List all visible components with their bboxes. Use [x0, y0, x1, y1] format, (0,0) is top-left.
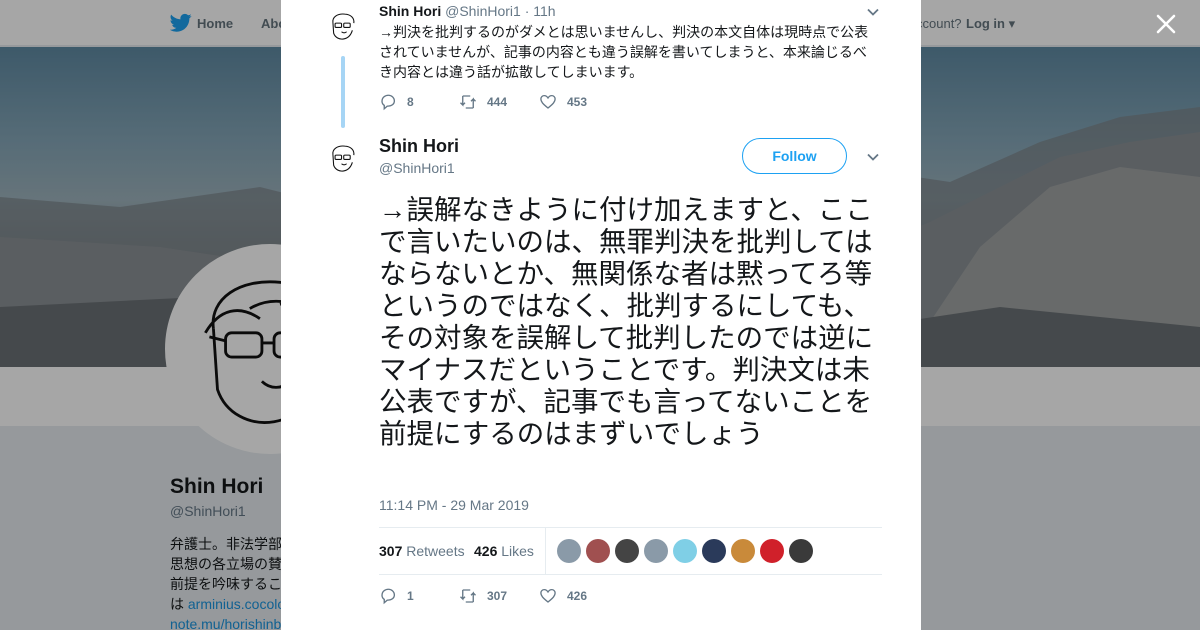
liker-avatar[interactable]: [702, 539, 726, 563]
like-button[interactable]: 453: [539, 93, 587, 111]
tweet-avatar[interactable]: [325, 8, 361, 44]
liker-avatar[interactable]: [760, 539, 784, 563]
liker-avatar[interactable]: [586, 539, 610, 563]
liker-avatar[interactable]: [731, 539, 755, 563]
tweet-text: →誤解なきように付け加えますと、ここで言いたいのは、無罪判決を批判してはならない…: [379, 194, 874, 449]
retweet-count: 444: [487, 95, 508, 109]
tweet-header: Shin Hori @ShinHori1 · 11h: [379, 3, 556, 19]
retweet-count: 307: [487, 589, 508, 603]
reply-icon: [381, 94, 396, 111]
thread-connector: [341, 56, 345, 128]
tweet-author-handle[interactable]: @ShinHori1: [379, 160, 455, 176]
reply-button[interactable]: 1: [379, 587, 414, 605]
tweet-author-handle[interactable]: @ShinHori1: [445, 3, 521, 19]
heart-icon: [540, 588, 556, 603]
reply-icon: [381, 588, 396, 605]
reply-count: 1: [407, 589, 414, 603]
retweets-stat-label: Retweets: [406, 543, 465, 559]
tweet-author-name[interactable]: Shin Hori: [379, 136, 459, 157]
close-icon[interactable]: [1154, 12, 1178, 36]
heart-icon: [540, 94, 556, 109]
like-button[interactable]: 426: [539, 587, 587, 605]
retweet-icon: [460, 95, 476, 109]
likes-stat[interactable]: 426 Likes: [474, 543, 534, 559]
liker-avatar[interactable]: [673, 539, 697, 563]
retweet-icon: [460, 589, 476, 603]
retweet-button[interactable]: 307: [459, 587, 507, 605]
tweet-timestamp[interactable]: 11:14 PM - 29 Mar 2019: [379, 497, 529, 513]
chevron-down-icon[interactable]: [866, 150, 880, 164]
retweets-stat[interactable]: 307 Retweets: [379, 543, 465, 559]
chevron-down-icon[interactable]: [866, 5, 880, 19]
liker-avatar[interactable]: [615, 539, 639, 563]
like-count: 453: [567, 95, 588, 109]
likes-stat-count: 426: [474, 543, 498, 559]
liker-avatars: [557, 539, 818, 563]
retweet-button[interactable]: 444: [459, 93, 507, 111]
liker-avatar[interactable]: [557, 539, 581, 563]
likes-stat-label: Likes: [501, 543, 534, 559]
reply-button[interactable]: 8: [379, 93, 414, 111]
tweet-permalink-modal: Shin Hori @ShinHori1 · 11h →判決を批判するのがダメと…: [281, 0, 921, 630]
stats-divider: [545, 528, 546, 574]
reply-count: 8: [407, 95, 414, 109]
tweet-stats: 307 Retweets 426 Likes: [379, 527, 882, 575]
retweets-stat-count: 307: [379, 543, 403, 559]
tweet-author-name[interactable]: Shin Hori: [379, 3, 441, 19]
sketch-face-icon: [332, 13, 355, 40]
tweet-avatar[interactable]: [325, 140, 361, 176]
follow-button[interactable]: Follow: [742, 138, 847, 174]
tweet-text: →判決を批判するのがダメとは思いませんし、判決の本文自体は現時点で公表されていま…: [379, 24, 869, 80]
sketch-face-icon: [332, 145, 355, 172]
tweet-time[interactable]: · 11h: [525, 3, 556, 19]
like-count: 426: [567, 589, 588, 603]
liker-avatar[interactable]: [789, 539, 813, 563]
liker-avatar[interactable]: [644, 539, 668, 563]
